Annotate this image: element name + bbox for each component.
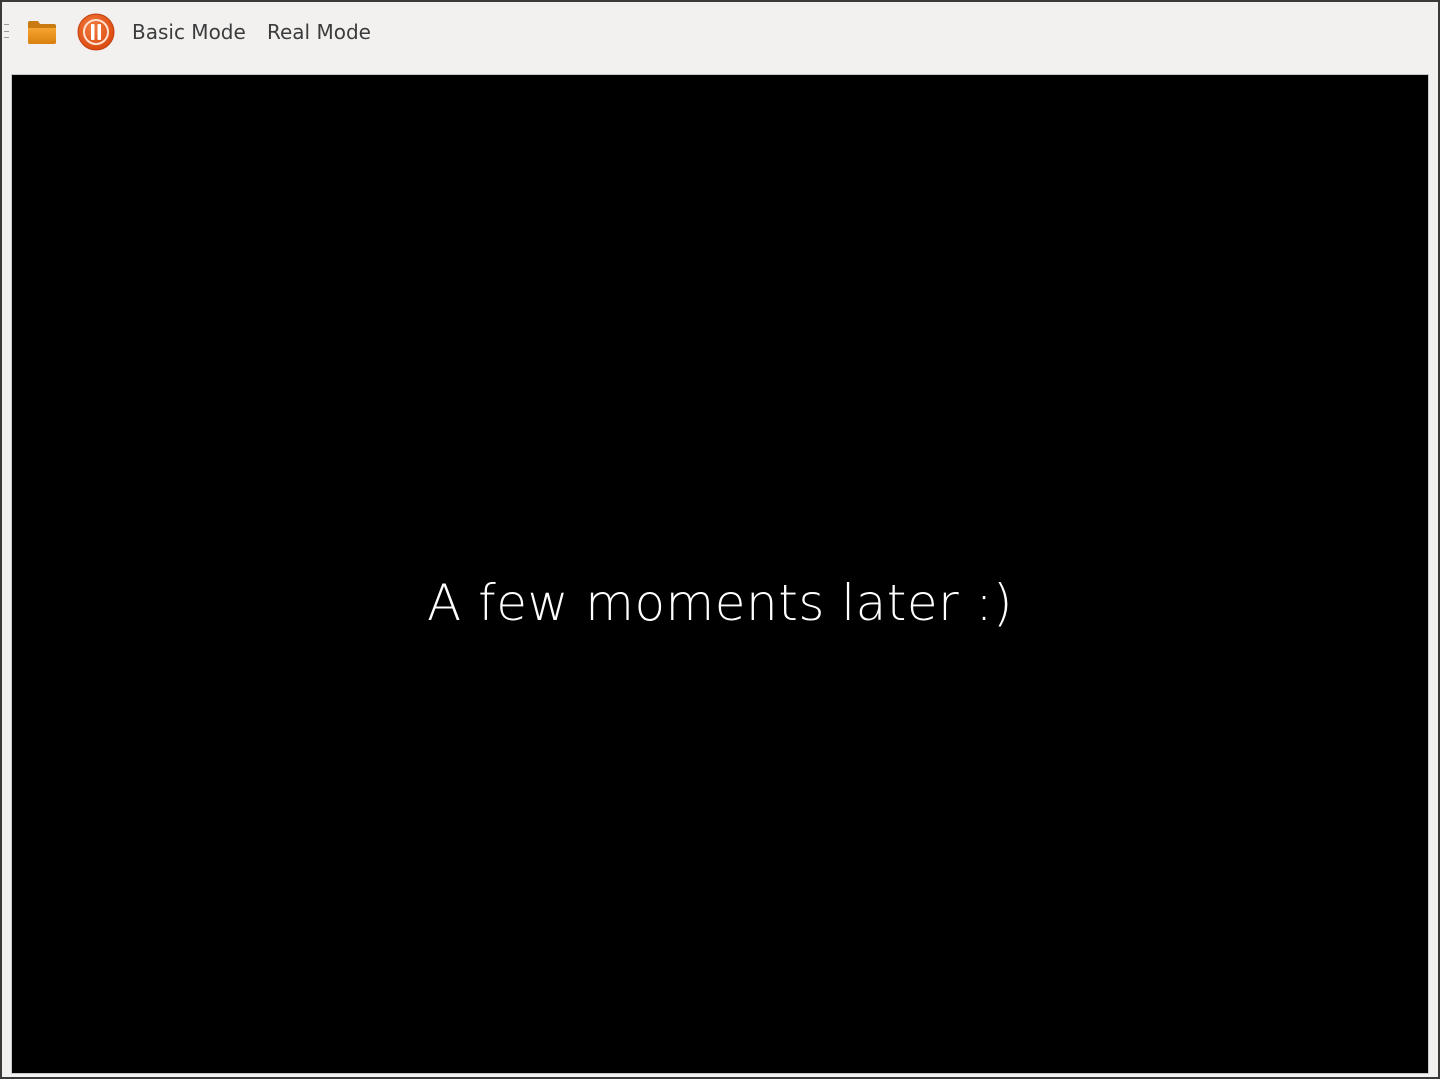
display-canvas[interactable]: A few moments later :) [11,74,1429,1074]
pause-icon [77,13,115,51]
app-window: Basic Mode Real Mode A few moments later… [0,0,1440,1079]
basic-mode-button[interactable]: Basic Mode [132,12,246,52]
pause-button[interactable] [74,12,118,52]
folder-icon [28,21,56,44]
real-mode-button[interactable]: Real Mode [267,12,371,52]
open-folder-button[interactable] [24,12,60,52]
toolbar: Basic Mode Real Mode [2,2,1438,72]
toolbar-grip[interactable] [4,24,9,38]
canvas-message: A few moments later :) [427,574,1013,632]
